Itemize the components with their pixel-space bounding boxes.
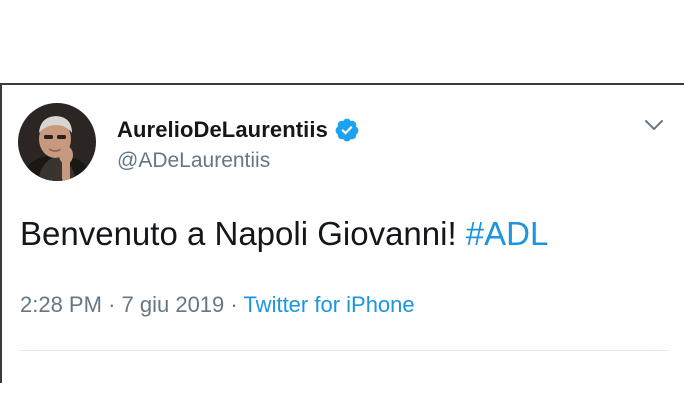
display-name[interactable]: AurelioDeLaurentiis	[117, 117, 328, 143]
display-name-row: AurelioDeLaurentiis	[117, 115, 360, 145]
hashtag-link[interactable]: #ADL	[466, 215, 549, 252]
tweet-meta: 2:28 PM · 7 giu 2019 · Twitter for iPhon…	[20, 292, 415, 318]
tweet-body: Benvenuto a Napoli Giovanni!	[20, 215, 466, 252]
user-handle[interactable]: @ADeLaurentiis	[117, 149, 270, 173]
divider	[20, 350, 668, 351]
meta-separator: ·	[230, 292, 238, 317]
tweet-text: Benvenuto a Napoli Giovanni! #ADL	[20, 215, 548, 253]
avatar[interactable]	[18, 103, 96, 181]
meta-separator: ·	[108, 292, 116, 317]
tweet-time[interactable]: 2:28 PM	[20, 292, 102, 317]
verified-badge-icon	[335, 118, 359, 142]
tweet-card: AurelioDeLaurentiis @ADeLaurentiis Benve…	[2, 85, 684, 375]
tweet-source-link[interactable]: Twitter for iPhone	[243, 292, 414, 317]
chevron-down-icon[interactable]	[642, 113, 666, 137]
profile-photo-icon	[18, 103, 96, 181]
tweet-date[interactable]: 7 giu 2019	[122, 292, 225, 317]
